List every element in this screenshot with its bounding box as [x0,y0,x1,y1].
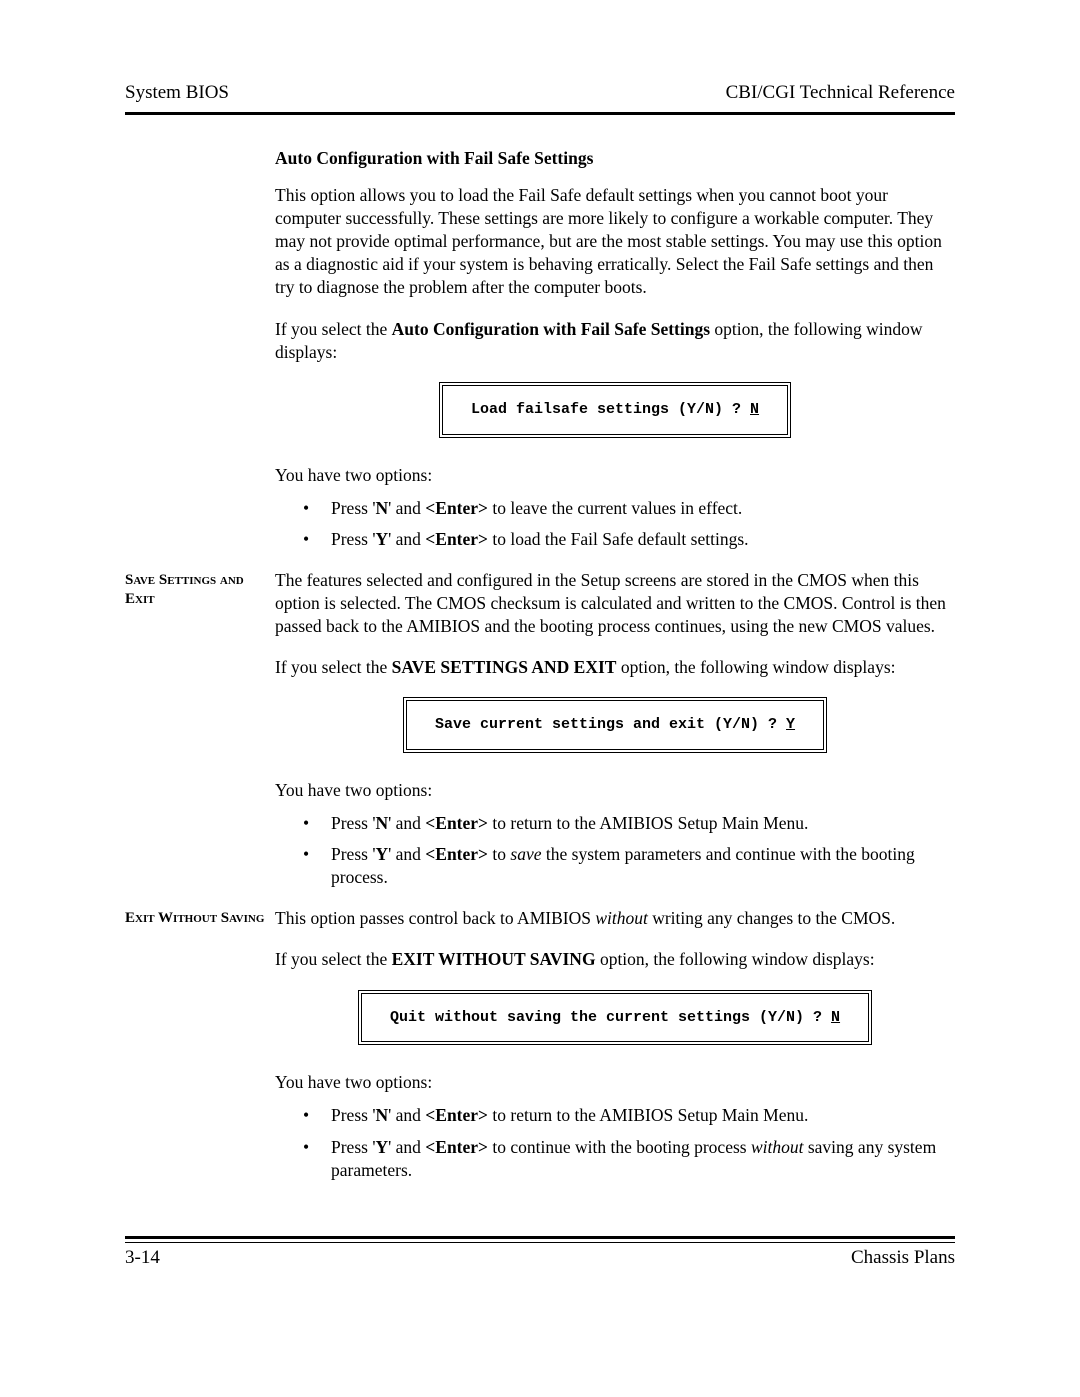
options-lead: You have two options: [275,1071,955,1094]
key: <Enter> [425,844,488,864]
paragraph: This option passes control back to AMIBI… [275,907,955,930]
text: to return to the AMIBIOS Setup Main Menu… [488,813,808,833]
section-auto-config: Auto Configuration with Fail Safe Settin… [125,147,955,569]
text: to return to the AMIBIOS Setup Main Menu… [488,1105,808,1125]
options-lead: You have two options: [275,779,955,802]
footer-right: Chassis Plans [851,1247,955,1269]
text: Press ' [331,1105,375,1125]
quit-dialog: Quit without saving the current settings… [358,990,872,1046]
dialog-text: Load failsafe settings (Y/N) ? [471,401,750,418]
section-body: This option passes control back to AMIBI… [275,907,955,1199]
text: Press ' [331,529,375,549]
bold-text: EXIT WITHOUT SAVING [392,949,596,969]
key: <Enter> [425,1105,488,1125]
section-heading: Auto Configuration with Fail Safe Settin… [275,147,955,170]
dialog-answer: N [750,401,759,418]
text: ' and [388,1105,425,1125]
dialog-text: Save current settings and exit (Y/N) ? [435,716,786,733]
section-save-exit: Save Settings and Exit The features sele… [125,569,955,908]
text: Press ' [331,498,375,518]
list-item: Press 'Y' and <Enter> to save the system… [303,843,955,889]
key: <Enter> [425,498,488,518]
key: Y [375,844,388,864]
header-left: System BIOS [125,82,229,104]
section-body: Auto Configuration with Fail Safe Settin… [275,147,955,569]
text: Press ' [331,813,375,833]
text: This option passes control back to AMIBI… [275,908,595,928]
key: <Enter> [425,529,488,549]
dialog-container: Quit without saving the current settings… [275,990,955,1046]
page-number: 3-14 [125,1247,160,1269]
side-label: Save Settings and Exit [125,569,275,908]
page-footer: 3-14 Chassis Plans [125,1242,955,1269]
paragraph: If you select the EXIT WITHOUT SAVING op… [275,948,955,971]
options-lead: You have two options: [275,464,955,487]
text: Press ' [331,1137,375,1157]
text: to load the Fail Safe default settings. [488,529,749,549]
dialog-answer: N [831,1009,840,1026]
italic-text: without [595,908,648,928]
key: N [375,498,388,518]
paragraph: The features selected and configured in … [275,569,955,638]
text: If you select the [275,319,392,339]
dialog-answer: Y [786,716,795,733]
key: N [375,1105,388,1125]
header-right: CBI/CGI Technical Reference [726,82,955,104]
key: N [375,813,388,833]
footer-rule: 3-14 Chassis Plans [125,1236,955,1269]
text: ' and [388,1137,425,1157]
key: Y [375,1137,388,1157]
key: <Enter> [425,813,488,833]
side-label: Exit Without Saving [125,907,275,1199]
text: If you select the [275,657,392,677]
paragraph: This option allows you to load the Fail … [275,184,955,299]
text: to continue with the booting process [488,1137,751,1157]
list-item: Press 'N' and <Enter> to leave the curre… [303,497,955,520]
text: ' and [388,844,425,864]
list-item: Press 'Y' and <Enter> to continue with t… [303,1136,955,1182]
dialog-container: Load failsafe settings (Y/N) ? N [275,382,955,438]
dialog-text: Quit without saving the current settings… [390,1009,831,1026]
text: Press ' [331,844,375,864]
text: ' and [388,529,425,549]
text: ' and [388,813,425,833]
list-item: Press 'Y' and <Enter> to load the Fail S… [303,528,955,551]
options-list: Press 'N' and <Enter> to return to the A… [275,1104,955,1181]
text: If you select the [275,949,392,969]
list-item: Press 'N' and <Enter> to return to the A… [303,812,955,835]
section-body: The features selected and configured in … [275,569,955,908]
bold-text: Auto Configuration with Fail Safe Settin… [392,319,710,339]
italic-text: without [751,1137,804,1157]
text: writing any changes to the CMOS. [648,908,895,928]
failsafe-dialog: Load failsafe settings (Y/N) ? N [439,382,791,438]
text: option, the following window displays: [596,949,875,969]
page-header: System BIOS CBI/CGI Technical Reference [125,82,955,112]
save-exit-dialog: Save current settings and exit (Y/N) ? Y [403,697,827,753]
dialog-container: Save current settings and exit (Y/N) ? Y [275,697,955,753]
italic-text: save [510,844,541,864]
paragraph: If you select the SAVE SETTINGS AND EXIT… [275,656,955,679]
text: ' and [388,498,425,518]
header-rule [125,112,955,115]
options-list: Press 'N' and <Enter> to leave the curre… [275,497,955,551]
bold-text: SAVE SETTINGS AND EXIT [392,657,617,677]
paragraph: If you select the Auto Configuration wit… [275,318,955,364]
text: to [488,844,510,864]
text: option, the following window displays: [616,657,895,677]
key: <Enter> [425,1137,488,1157]
side-label-empty [125,147,275,569]
options-list: Press 'N' and <Enter> to return to the A… [275,812,955,889]
key: Y [375,529,388,549]
list-item: Press 'N' and <Enter> to return to the A… [303,1104,955,1127]
page-content: Auto Configuration with Fail Safe Settin… [125,147,955,1200]
section-exit-no-save: Exit Without Saving This option passes c… [125,907,955,1199]
text: to leave the current values in effect. [488,498,742,518]
